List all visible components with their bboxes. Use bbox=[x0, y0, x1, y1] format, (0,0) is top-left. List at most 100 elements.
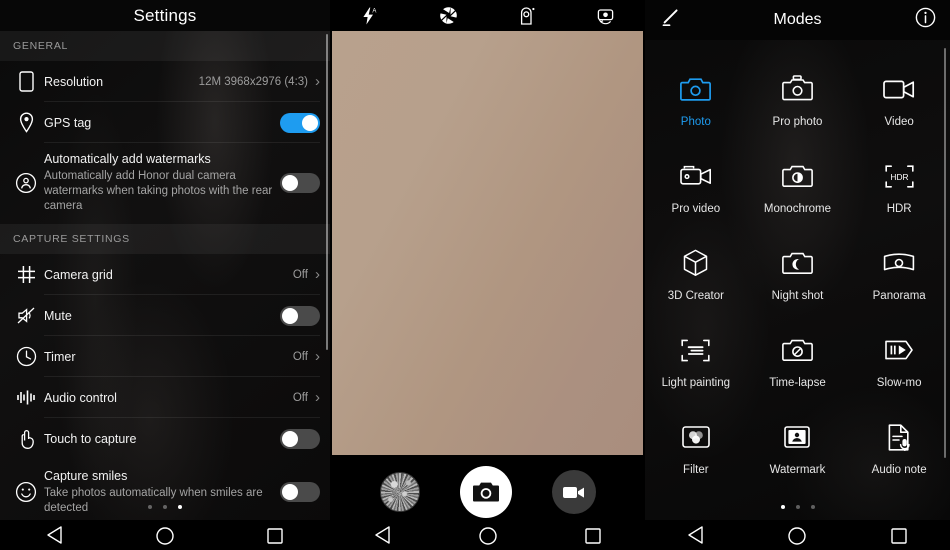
page-dot-active[interactable] bbox=[780, 505, 785, 509]
monochrome-icon bbox=[782, 159, 813, 193]
setting-label: Touch to capture bbox=[44, 431, 137, 446]
audio-control-icon bbox=[8, 380, 44, 416]
setting-row-watermarks[interactable]: Automatically add watermarks Automatical… bbox=[0, 143, 330, 224]
setting-row-right: 12M 3968x2976 (4:3) › bbox=[199, 74, 320, 89]
shutter-button[interactable] bbox=[459, 466, 512, 518]
mode-label: Night shot bbox=[771, 290, 824, 302]
mode-label: Monochrome bbox=[763, 203, 832, 215]
time-lapse-icon bbox=[782, 333, 813, 367]
toggle-knob bbox=[302, 114, 318, 131]
setting-row-timer[interactable]: Timer Off › bbox=[0, 336, 330, 377]
settings-scroll-area[interactable]: GENERAL Resolution 12M 3968x2976 (4:3) › bbox=[0, 31, 330, 550]
resolution-icon bbox=[8, 64, 44, 100]
mode-item-filter[interactable]: Filter bbox=[645, 410, 747, 497]
timer-clock-icon bbox=[8, 339, 44, 375]
settings-scrollbar[interactable] bbox=[326, 34, 328, 480]
modes-scrollbar[interactable] bbox=[944, 48, 946, 468]
setting-row-capture-smiles[interactable]: Capture smiles Take photos automatically… bbox=[0, 459, 330, 524]
setting-row-audio-control[interactable]: Audio control Off › bbox=[0, 377, 330, 418]
mode-item-light-painting[interactable]: Light painting bbox=[645, 323, 747, 410]
setting-row-right bbox=[280, 112, 320, 133]
capture-smiles-toggle[interactable] bbox=[280, 482, 320, 502]
info-icon[interactable] bbox=[915, 7, 936, 33]
mode-label: 3D Creator bbox=[667, 290, 724, 302]
pro-video-icon bbox=[680, 159, 712, 193]
setting-value: Off bbox=[292, 391, 308, 404]
setting-row-resolution[interactable]: Resolution 12M 3968x2976 (4:3) › bbox=[0, 61, 330, 102]
camera-panel: A bbox=[330, 0, 645, 550]
setting-label: Mute bbox=[44, 308, 72, 323]
mode-item-panorama[interactable]: Panorama bbox=[848, 236, 950, 323]
mode-label: Slow-mo bbox=[876, 377, 922, 389]
mode-item-photo[interactable]: Photo bbox=[645, 62, 747, 149]
page-dot-active[interactable] bbox=[485, 505, 490, 509]
watermarks-toggle[interactable] bbox=[280, 172, 320, 193]
recents-square-icon[interactable] bbox=[888, 525, 910, 545]
touch-to-capture-toggle[interactable] bbox=[280, 428, 320, 449]
setting-label-wrap: Automatically add watermarks Automatical… bbox=[44, 151, 280, 214]
mode-label: Video bbox=[884, 116, 914, 128]
mode-label: HDR bbox=[886, 203, 912, 215]
settings-panel: Settings GENERAL Resolution 12M 3968x297… bbox=[0, 0, 330, 550]
mode-item-watermark[interactable]: Watermark bbox=[747, 410, 849, 497]
setting-label: GPS tag bbox=[44, 115, 92, 130]
setting-label-wrap: Touch to capture bbox=[44, 431, 280, 447]
page-dot[interactable] bbox=[810, 505, 815, 509]
mode-item-time-lapse[interactable]: Time-lapse bbox=[747, 323, 849, 410]
aperture-icon[interactable] bbox=[409, 0, 488, 31]
page-dot[interactable] bbox=[470, 505, 475, 509]
chevron-right-icon: › bbox=[315, 389, 320, 406]
flash-auto-icon[interactable]: A bbox=[330, 0, 409, 31]
edit-pencil-icon[interactable] bbox=[659, 7, 681, 34]
watermark-stamp-icon bbox=[784, 420, 811, 454]
modes-header: Modes bbox=[645, 0, 950, 40]
home-circle-icon[interactable] bbox=[786, 525, 808, 545]
mode-item-audio-note[interactable]: Audio note bbox=[848, 410, 950, 497]
home-circle-icon[interactable] bbox=[477, 525, 499, 545]
grid-icon bbox=[8, 257, 44, 293]
setting-label: Capture smiles bbox=[44, 469, 128, 483]
camera-preview[interactable] bbox=[332, 31, 643, 455]
mute-icon bbox=[8, 298, 44, 334]
setting-row-right bbox=[280, 305, 320, 326]
mode-item-slow-mo[interactable]: Slow-mo bbox=[848, 323, 950, 410]
moving-picture-icon[interactable] bbox=[488, 0, 567, 31]
toggle-knob bbox=[282, 430, 298, 447]
mode-label: Pro photo bbox=[772, 116, 823, 128]
page-dot[interactable] bbox=[795, 505, 800, 509]
mode-label: Light painting bbox=[661, 377, 731, 389]
settings-scrollbar-thumb[interactable] bbox=[326, 34, 328, 350]
gps-tag-toggle[interactable] bbox=[280, 112, 320, 133]
setting-value: 12M 3968x2976 (4:3) bbox=[198, 75, 308, 88]
back-triangle-icon[interactable] bbox=[372, 525, 394, 545]
setting-row-touch-to-capture[interactable]: Touch to capture bbox=[0, 418, 330, 459]
svg-text:A: A bbox=[373, 8, 377, 14]
filter-icon bbox=[682, 420, 710, 454]
mode-item-pro-photo[interactable]: Pro photo bbox=[747, 62, 849, 149]
setting-row-right: Off › bbox=[293, 349, 320, 364]
mode-item-night-shot[interactable]: Night shot bbox=[747, 236, 849, 323]
setting-row-mute[interactable]: Mute bbox=[0, 295, 330, 336]
mode-item-video[interactable]: Video bbox=[848, 62, 950, 149]
mode-item-hdr[interactable]: HDR HDR bbox=[848, 149, 950, 236]
panorama-icon bbox=[883, 246, 915, 280]
mode-label: Audio note bbox=[871, 464, 927, 476]
back-triangle-icon[interactable] bbox=[685, 525, 707, 545]
setting-label-wrap: Resolution bbox=[44, 74, 199, 90]
page-dot[interactable] bbox=[500, 505, 505, 509]
camera-icon bbox=[472, 482, 499, 502]
mode-label: Panorama bbox=[872, 290, 926, 302]
setting-row-camera-grid[interactable]: Camera grid Off › bbox=[0, 254, 330, 295]
mode-item-monochrome[interactable]: Monochrome bbox=[747, 149, 849, 236]
section-header-capture-settings: CAPTURE SETTINGS bbox=[0, 224, 330, 254]
mute-toggle[interactable] bbox=[280, 305, 320, 326]
switch-camera-icon[interactable] bbox=[566, 0, 645, 31]
setting-sublabel: Take photos automatically when smiles ar… bbox=[44, 487, 263, 514]
recents-square-icon[interactable] bbox=[582, 525, 604, 545]
modes-scrollbar-thumb[interactable] bbox=[944, 48, 946, 458]
setting-label-wrap: Capture smiles Take photos automatically… bbox=[44, 468, 280, 516]
mode-item-pro-video[interactable]: Pro video bbox=[645, 149, 747, 236]
setting-row-gps-tag[interactable]: GPS tag bbox=[0, 102, 330, 143]
page-title: Settings bbox=[0, 0, 330, 31]
mode-item-3d-creator[interactable]: 3D Creator bbox=[645, 236, 747, 323]
